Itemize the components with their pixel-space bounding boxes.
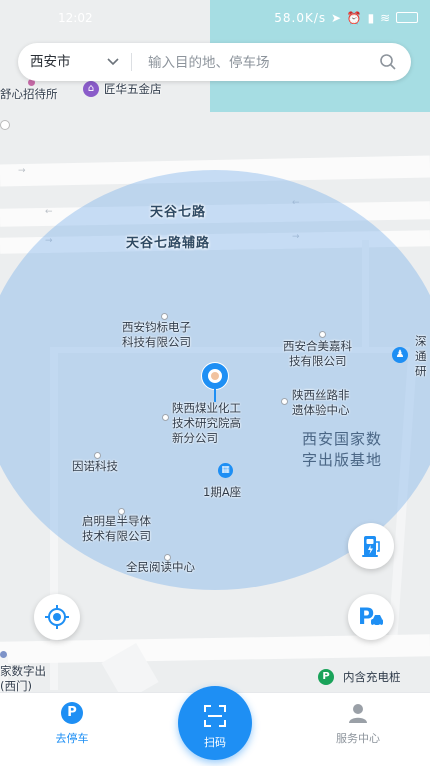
charging-legend-label: 内含充电桩 <box>343 670 401 684</box>
map-view[interactable]: ← ← → → → 天谷七路 天谷七路辅路 舒心招待所 ⌂ 匠华五金店 西安钧标… <box>0 0 430 692</box>
poi-text-line: 科技有限公司 <box>122 335 191 349</box>
poi-digital-publishing-west-gate[interactable]: 家数字出 (西门) <box>0 664 46 692</box>
person-icon: ♟ <box>392 347 408 363</box>
poi-text-line: 研 <box>415 364 427 378</box>
nearby-parking-button[interactable]: P <box>348 594 394 640</box>
poi-text-line: 技有限公司 <box>289 354 347 368</box>
poi-shen-partial[interactable]: 深 通 研 <box>415 334 427 379</box>
road-label: 天谷七路 <box>150 205 207 220</box>
wifi-icon: ≋ <box>380 11 392 25</box>
building-icon: ▦ <box>218 463 233 478</box>
district-label: 西安国家数 字出版基地 <box>302 429 382 471</box>
tab-service-label: 服务中心 <box>336 732 380 745</box>
poi-diaobiao-electronics[interactable]: 西安钧标电子 科技有限公司 <box>122 320 191 350</box>
road-arrow: ← <box>45 207 53 217</box>
poi-dot <box>281 398 288 405</box>
city-selector[interactable]: 西安市 <box>30 43 71 81</box>
poi-innuo-tech[interactable]: 因诺科技 <box>72 459 118 474</box>
poi-text-line: 新分公司 <box>172 431 218 445</box>
charging-station-icon <box>362 536 380 557</box>
poi-dot <box>319 331 326 338</box>
parking-badge-icon: P <box>318 669 334 685</box>
search-icon[interactable] <box>379 53 397 71</box>
scan-label: 扫码 <box>204 736 226 749</box>
network-speed: 58.0K/s <box>274 11 327 25</box>
pin-stem <box>214 388 216 402</box>
search-bar: 西安市 <box>18 43 411 83</box>
poi-text-line: 西安钧标电子 <box>122 320 191 334</box>
tab-service-center[interactable]: 服务中心 <box>308 693 408 766</box>
locate-me-button[interactable] <box>34 594 80 640</box>
svg-text:P: P <box>358 605 374 630</box>
shop-icon: ⌂ <box>83 81 99 97</box>
tab-park-label: 去停车 <box>55 732 89 745</box>
poi-text-line: (西门) <box>0 679 32 692</box>
divider <box>131 53 132 71</box>
chevron-down-icon[interactable] <box>106 54 120 68</box>
alarm-icon: ⏰ <box>346 11 363 25</box>
status-time: 12:02 <box>58 11 93 25</box>
poi-hardware-store[interactable]: 匠华五金店 <box>104 82 162 97</box>
poi-silk-road-center[interactable]: 陕西丝路非 遗体验中心 <box>292 388 350 418</box>
poi-reading-center[interactable]: 全民阅读中心 <box>126 560 195 575</box>
battery-icon <box>396 12 418 23</box>
parking-tab-icon: P <box>61 702 83 724</box>
poi-coal-chemical-institute[interactable]: 陕西煤业化工 技术研究院高 新分公司 <box>172 401 241 446</box>
search-input[interactable] <box>146 43 370 83</box>
poi-text-line: 遗体验中心 <box>292 403 350 417</box>
signal-icon: ▮ <box>367 11 376 25</box>
poi-meijia-tech[interactable]: 西安合美嘉科 技有限公司 <box>283 339 352 369</box>
poi-text-line: 西安合美嘉科 <box>283 339 352 353</box>
poi-dot <box>0 651 7 658</box>
poi-text-line: 陕西煤业化工 <box>172 401 241 415</box>
poi-dot <box>161 313 168 320</box>
poi-dot <box>118 508 125 515</box>
poi-text-line: 启明星半导体 <box>82 514 151 528</box>
scan-button[interactable]: 扫码 <box>178 686 252 760</box>
poi-dot <box>164 554 171 561</box>
status-indicators: 58.0K/s ➤ ⏰ ▮ ≋ <box>274 11 418 25</box>
poi-text-line: 技术有限公司 <box>82 529 151 543</box>
poi-text-line: 家数字出 <box>0 664 46 678</box>
user-icon <box>349 704 367 723</box>
status-bar: 12:02 58.0K/s ➤ ⏰ ▮ ≋ <box>0 0 430 36</box>
location-pin[interactable] <box>201 362 229 402</box>
poi-dot <box>162 414 169 421</box>
poi-phase-1a[interactable]: 1期A座 <box>203 485 241 500</box>
poi-qiming-semiconductor[interactable]: 启明星半导体 技术有限公司 <box>82 514 151 544</box>
road-label: 天谷七路辅路 <box>126 236 211 251</box>
poi-hostel[interactable]: 舒心招待所 <box>0 87 58 102</box>
poi-text-line: 通 <box>415 349 427 363</box>
poi-dot <box>0 120 10 130</box>
avatar <box>201 362 229 390</box>
poi-text-line: 深 <box>415 334 427 348</box>
parking-car-icon: P <box>358 605 383 630</box>
poi-text-line: 陕西丝路非 <box>292 388 350 402</box>
district-line: 字出版基地 <box>302 451 383 469</box>
send-icon: ➤ <box>331 11 343 25</box>
crosshair-icon <box>45 605 69 629</box>
road-arrow: → <box>18 166 26 176</box>
poi-dot <box>94 452 101 459</box>
charging-station-button[interactable] <box>348 523 394 569</box>
tab-park[interactable]: P 去停车 <box>22 693 122 766</box>
scan-icon <box>204 705 226 727</box>
district-line: 西安国家数 <box>302 430 383 448</box>
poi-text-line: 技术研究院高 <box>172 416 241 430</box>
